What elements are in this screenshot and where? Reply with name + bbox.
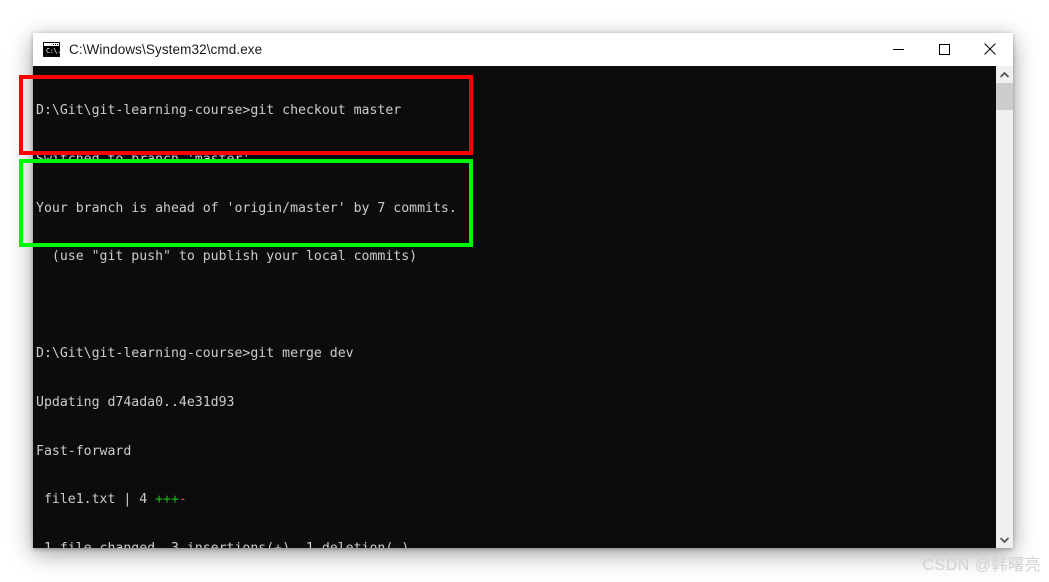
close-button[interactable]: [967, 33, 1013, 65]
scrollbar-down-button[interactable]: [996, 531, 1013, 548]
minimize-button[interactable]: [875, 33, 921, 65]
console-scrollbar[interactable]: [995, 66, 1013, 548]
diffstat-insertions: +++: [155, 492, 179, 508]
diffstat-file: file1.txt | 4: [36, 492, 156, 508]
cmd-window: C:\. C:\Windows\System32\cmd.exe D:\Git\…: [33, 33, 1013, 548]
chevron-down-icon: [1000, 536, 1009, 543]
window-title: C:\Windows\System32\cmd.exe: [69, 42, 263, 57]
console-line: Updating d74ada0..4e31d93: [36, 394, 235, 410]
console-line: Fast-forward: [36, 443, 132, 459]
console-output[interactable]: D:\Git\git-learning-course>git checkout …: [33, 66, 995, 548]
title-bar[interactable]: C:\. C:\Windows\System32\cmd.exe: [33, 33, 1013, 67]
console-diffstat-line: file1.txt | 4 +++-: [36, 492, 995, 508]
scrollbar-up-button[interactable]: [996, 66, 1013, 83]
console-icon: C:\.: [43, 42, 61, 57]
scrollbar-track[interactable]: [996, 83, 1013, 531]
console-line: (use "git push" to publish your local co…: [36, 249, 418, 265]
console-line: D:\Git\git-learning-course>git merge dev: [36, 346, 354, 362]
chevron-up-icon: [1000, 71, 1009, 78]
console-line: Switched to branch 'master': [36, 152, 251, 167]
maximize-icon: [938, 43, 950, 55]
console-area[interactable]: D:\Git\git-learning-course>git checkout …: [33, 66, 1013, 548]
console-line: Your branch is ahead of 'origin/master' …: [36, 200, 457, 216]
window-controls: [875, 33, 1013, 65]
minimize-icon: [892, 48, 904, 50]
console-line: D:\Git\git-learning-course>git checkout …: [36, 103, 402, 119]
close-icon: [984, 43, 996, 55]
csdn-watermark: CSDN @韩曙亮: [922, 557, 1041, 574]
console-icon-glyph: C:\.: [46, 47, 61, 55]
maximize-button[interactable]: [921, 33, 967, 65]
scrollbar-thumb[interactable]: [996, 83, 1013, 110]
diffstat-deletions: -: [178, 492, 187, 508]
console-icon-titlebar: [44, 43, 59, 46]
console-line: 1 file changed, 3 insertions(+), 1 delet…: [36, 541, 995, 548]
